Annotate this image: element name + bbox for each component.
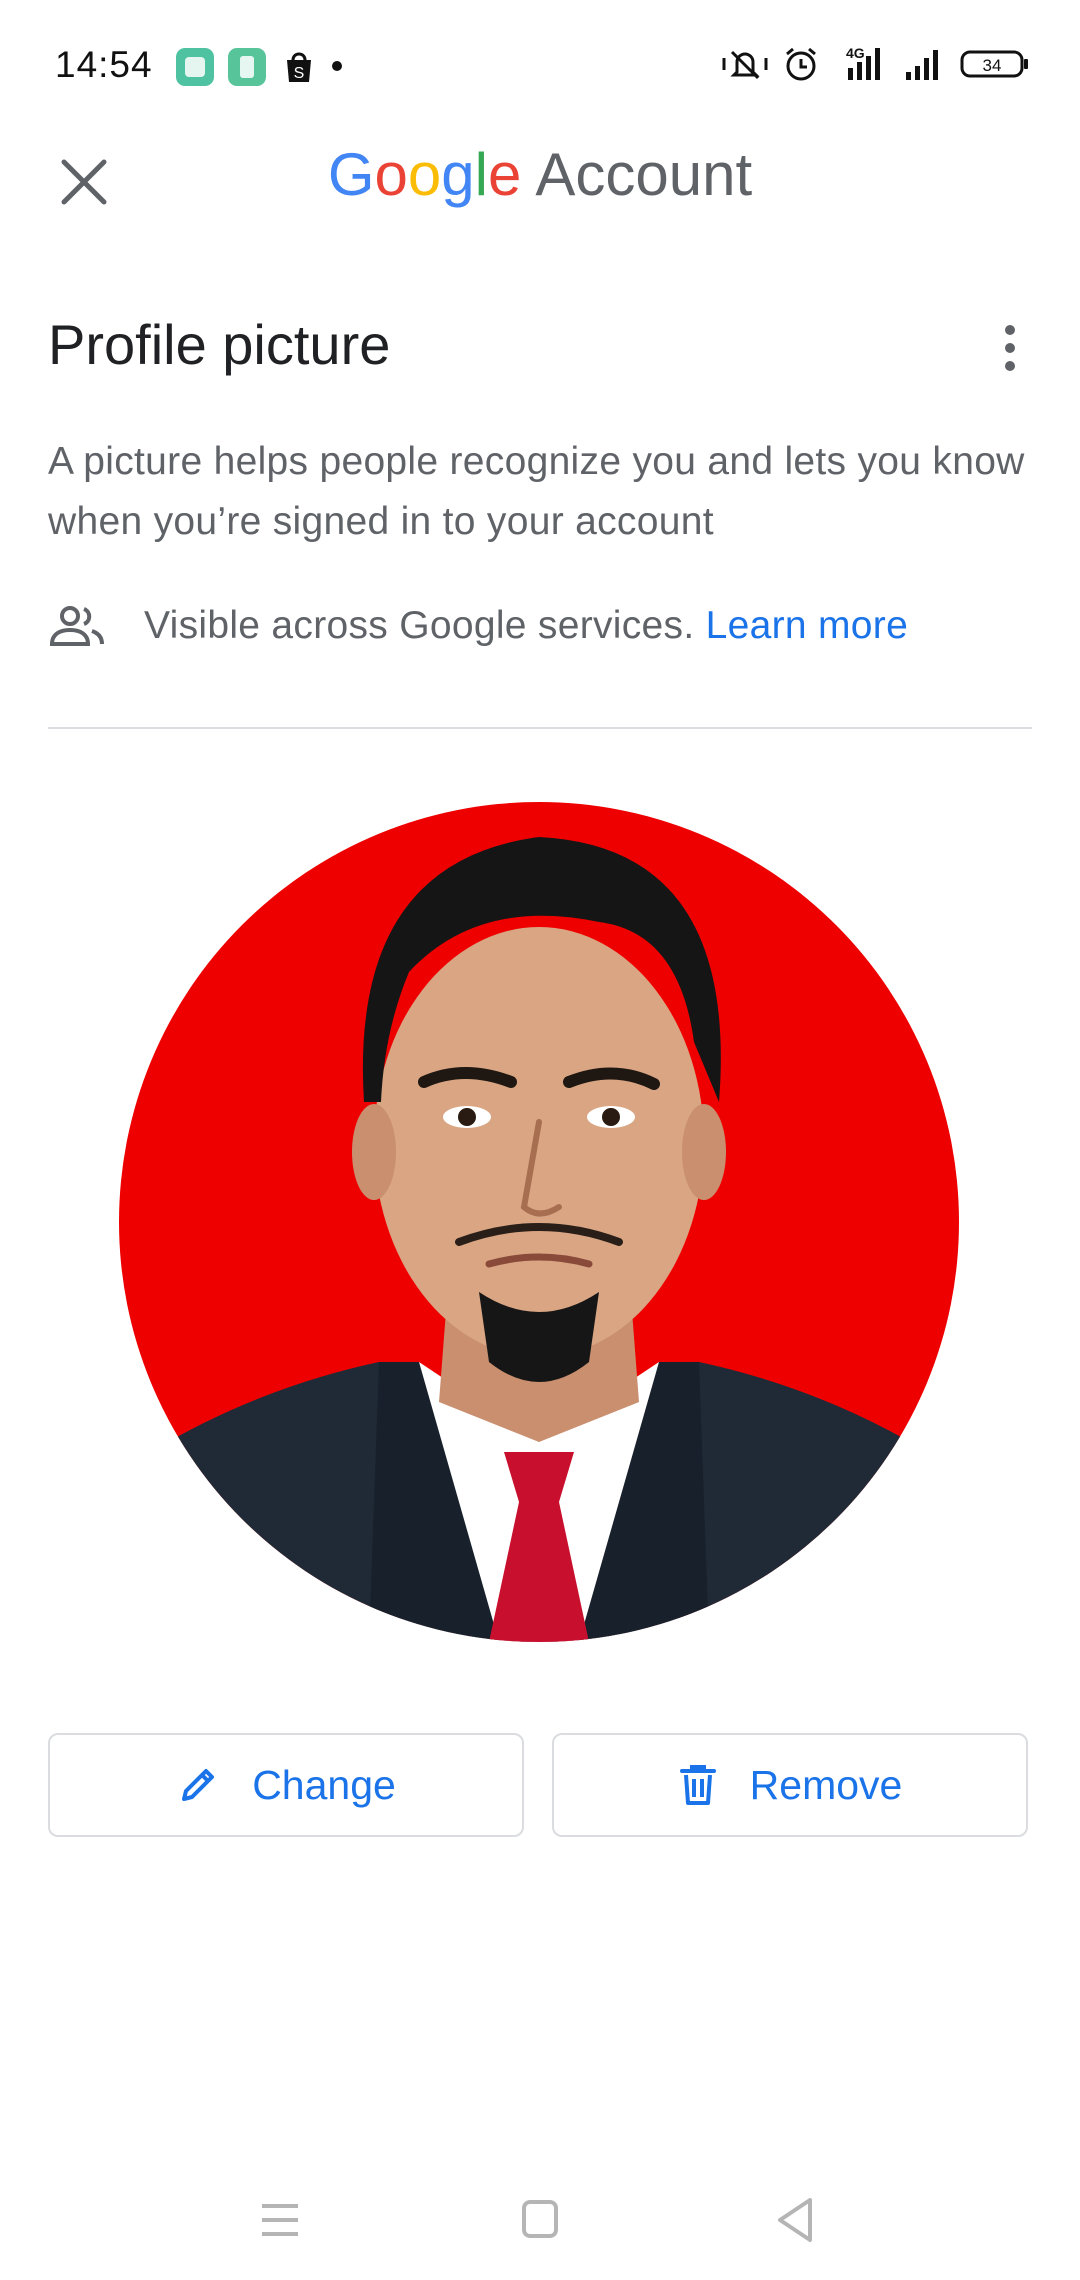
learn-more-link[interactable]: Learn more [706,604,908,647]
app-icon-1 [176,48,214,86]
navigation-bar [0,2160,1080,2280]
status-bar: 14:54 S 4G 34 [0,0,1080,130]
shopping-bag-icon: S [280,48,318,86]
signal-4g-icon: 4G [846,45,880,80]
people-icon [49,606,104,646]
back-triangle-icon [778,2198,812,2242]
profile-picture[interactable] [119,802,959,1642]
more-options-button[interactable] [990,320,1030,380]
change-label: Change [252,1761,396,1808]
home-square-icon [522,2200,558,2238]
description-text: A picture helps people recognize you and… [48,440,1025,543]
mute-icon [722,50,768,80]
nav-home-button[interactable] [510,2190,570,2250]
remove-label: Remove [749,1761,903,1808]
notification-dot [332,61,342,71]
app-icon-2 [228,48,266,86]
google-account-logo: Google Account [0,140,1080,209]
nav-menu-button[interactable] [250,2190,310,2250]
status-time: 14:54 [55,44,153,85]
change-button[interactable]: Change [48,1733,524,1837]
visibility-text: Visible across Google services. Learn mo… [144,604,909,647]
nav-back-button[interactable] [766,2190,826,2250]
trash-icon [679,1765,716,1805]
more-vert-icon [1005,325,1015,371]
visibility-row: Visible across Google services. Learn mo… [48,598,1048,658]
battery-icon: 34 [960,50,1028,78]
status-icons: 4G 34 [720,44,1030,84]
alarm-icon [786,47,816,81]
svg-text:S: S [294,65,305,82]
account-label: Account [535,141,753,208]
google-wordmark: Google [327,141,522,208]
svg-text:34: 34 [983,56,1002,75]
pencil-icon [182,1769,215,1801]
signal-icon [906,50,938,80]
svg-text:4G: 4G [846,45,865,61]
page-title: Profile picture [48,313,391,376]
divider [48,727,1032,729]
remove-button[interactable]: Remove [552,1733,1028,1837]
menu-icon [262,2204,298,2236]
